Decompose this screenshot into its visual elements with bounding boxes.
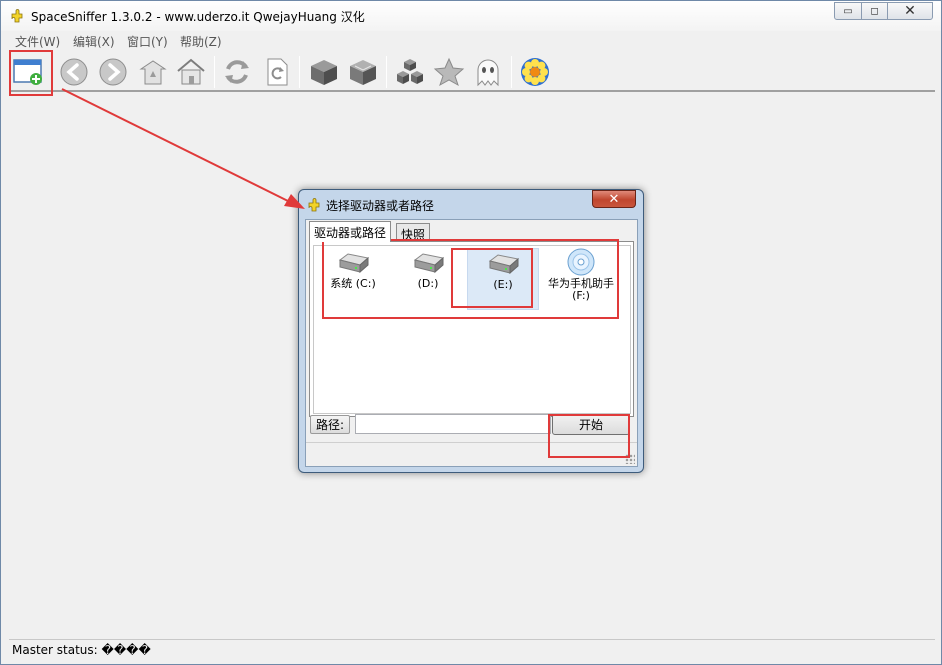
annotation-highlight-start: [548, 414, 630, 458]
path-label-button[interactable]: 路径:: [310, 415, 350, 434]
menu-edit[interactable]: 编辑(X): [73, 33, 115, 50]
cube-filter-icon: [350, 60, 376, 85]
cubes-button[interactable]: [393, 55, 427, 89]
toolbar-separator: [386, 56, 387, 88]
home-icon: [177, 58, 205, 85]
forward-icon: [99, 58, 127, 86]
minimize-button[interactable]: ▭: [834, 2, 862, 20]
maximize-button[interactable]: ◻: [861, 2, 888, 20]
toolbar-separator: [299, 56, 300, 88]
options-button[interactable]: [518, 55, 552, 89]
toolbar: [9, 51, 935, 92]
refresh-page-button[interactable]: [260, 55, 294, 89]
dialog-title: 选择驱动器或者路径: [326, 199, 435, 213]
back-icon: [60, 58, 88, 86]
close-icon: ✕: [608, 191, 620, 207]
title-bar: SpaceSniffer 1.3.0.2 - www.uderzo.it Qwe…: [1, 1, 941, 31]
cube-icon: [311, 60, 337, 85]
minimize-icon: ▭: [843, 5, 853, 17]
refresh-icon: [225, 60, 249, 84]
app-puzzle-icon: [11, 9, 23, 23]
refresh-page-icon: [267, 58, 288, 86]
annotation-highlight-drive-e: [451, 248, 533, 308]
cubes-icon: [397, 59, 423, 84]
refresh-button[interactable]: [220, 55, 254, 89]
tab-drive-or-path[interactable]: 驱动器或路径: [309, 221, 392, 242]
menu-bar: 文件(W) 编辑(X) 窗口(Y) 帮助(Z): [9, 31, 935, 51]
cube-filter-button[interactable]: [346, 55, 380, 89]
annotation-highlight-new-button: [9, 50, 53, 96]
path-input[interactable]: [355, 414, 551, 434]
close-button[interactable]: ✕: [887, 2, 933, 20]
window-title: SpaceSniffer 1.3.0.2 - www.uderzo.it Qwe…: [31, 10, 365, 24]
maximize-icon: ◻: [870, 5, 879, 17]
star-icon: [433, 57, 465, 87]
cube-button[interactable]: [307, 55, 341, 89]
up-folder-button[interactable]: [136, 55, 170, 89]
close-icon: ✕: [904, 3, 916, 19]
menu-file[interactable]: 文件(W): [15, 33, 60, 50]
master-status: Master status: ����: [12, 643, 151, 657]
home-button[interactable]: [174, 55, 208, 89]
up-folder-icon: [139, 60, 167, 85]
menu-window[interactable]: 窗口(Y): [127, 33, 168, 50]
status-bar: Master status: ����: [9, 639, 935, 659]
toolbar-separator: [214, 56, 215, 88]
toolbar-separator: [511, 56, 512, 88]
ghost-button[interactable]: [471, 55, 505, 89]
dialog-puzzle-icon: [308, 198, 320, 212]
dialog-close-button[interactable]: ✕: [592, 190, 636, 208]
back-button[interactable]: [57, 55, 91, 89]
favorites-button[interactable]: [432, 55, 466, 89]
menu-help[interactable]: 帮助(Z): [180, 33, 222, 50]
ghost-icon: [477, 59, 499, 87]
settings-flower-icon: [521, 58, 549, 86]
forward-button[interactable]: [96, 55, 130, 89]
